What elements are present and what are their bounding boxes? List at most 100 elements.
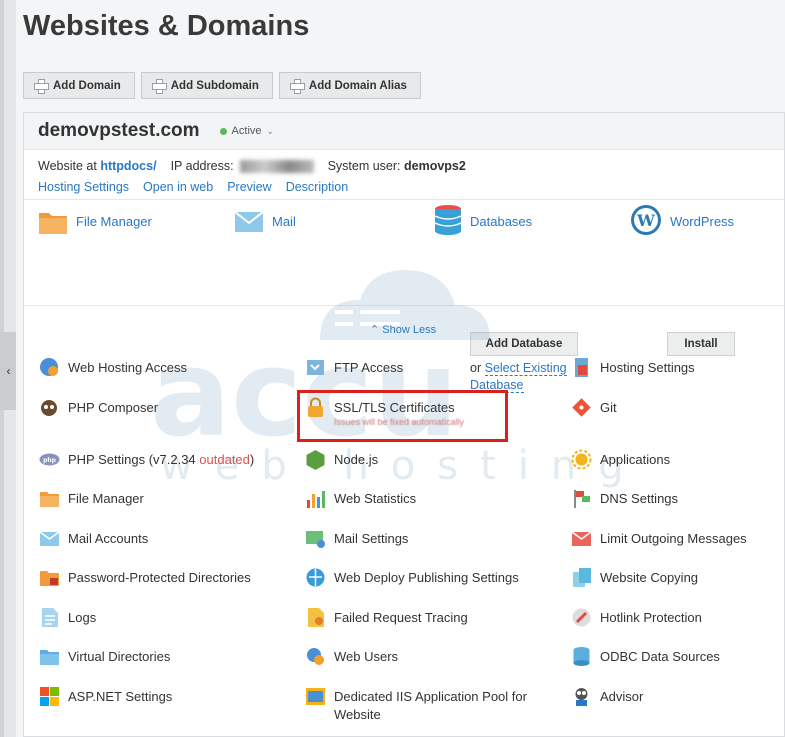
add-database-button[interactable]: Add Database xyxy=(470,332,578,356)
tool-dns[interactable]: DNS Settings xyxy=(571,488,785,509)
tool-label: Web Hosting Access xyxy=(68,360,187,375)
description-link[interactable]: Description xyxy=(286,180,349,199)
dns-icon xyxy=(574,490,590,508)
web-users-icon xyxy=(307,648,324,665)
iis-pool-icon xyxy=(306,688,325,705)
tool-label: ASP.NET Settings xyxy=(68,689,173,704)
tool-mail-accounts[interactable]: Mail Accounts xyxy=(39,528,279,549)
wordpress-install-button[interactable]: Install xyxy=(667,332,735,356)
tool-aspnet[interactable]: ASP.NET Settings xyxy=(39,686,279,707)
tool-hotlink[interactable]: Hotlink Protection xyxy=(571,607,785,628)
collapse-sidebar-button[interactable]: ‹ xyxy=(0,332,17,410)
quick-mail[interactable]: Mail xyxy=(234,208,296,236)
tool-limit-mail[interactable]: Limit Outgoing Messages xyxy=(571,528,785,549)
tool-virtual-dir[interactable]: Virtual Directories xyxy=(39,646,279,667)
tool-label: Virtual Directories xyxy=(68,649,171,664)
tool-web-users[interactable]: Web Users xyxy=(305,646,545,667)
quick-databases-label: Databases xyxy=(470,214,533,229)
tool-label: Hosting Settings xyxy=(600,360,695,375)
preview-link[interactable]: Preview xyxy=(227,180,271,199)
tool-label: File Manager xyxy=(68,491,144,506)
add-subdomain-button[interactable]: Add Subdomain xyxy=(140,72,273,99)
database-icon xyxy=(434,205,462,235)
chevron-down-icon: ⌄ xyxy=(266,125,275,136)
status-dropdown[interactable]: Active ⌄ xyxy=(219,125,275,137)
tool-advisor[interactable]: Advisor xyxy=(571,686,785,707)
php-icon: php xyxy=(39,453,60,466)
show-less-label: Show Less xyxy=(382,324,437,336)
odbc-icon xyxy=(573,647,590,666)
advisor-icon xyxy=(575,688,588,706)
tool-label: Website Copying xyxy=(600,570,699,585)
quick-access: File Manager Mail Databases Add Database… xyxy=(24,200,784,393)
website-path-link[interactable]: httpdocs/ xyxy=(100,159,156,173)
applications-icon xyxy=(571,449,592,470)
ftp-icon xyxy=(307,360,324,375)
php-close-paren: ) xyxy=(249,452,255,467)
tool-label: DNS Settings xyxy=(600,491,679,506)
tool-statistics[interactable]: Web Statistics xyxy=(305,488,545,509)
add-domain-button[interactable]: Add Domain xyxy=(23,72,135,99)
svg-text:W: W xyxy=(636,211,656,230)
tool-ftp[interactable]: FTP Access xyxy=(305,357,545,378)
tool-protected-folder[interactable]: Password-Protected Directories xyxy=(39,567,279,588)
tool-php[interactable]: php PHP Settings (v7.2.34 outdated) xyxy=(39,449,299,470)
tool-label: Git xyxy=(600,400,617,415)
status-dot-icon xyxy=(219,127,227,135)
add-domain-alias-button[interactable]: Add Domain Alias xyxy=(278,72,421,99)
hotlink-icon xyxy=(572,608,591,627)
tool-label: Dedicated IIS Application Pool for Websi… xyxy=(334,689,527,722)
tool-applications[interactable]: Applications xyxy=(571,449,785,470)
tool-composer[interactable]: PHP Composer xyxy=(39,397,279,418)
status-label: Active xyxy=(231,125,262,137)
hosting-settings-icon xyxy=(575,358,588,377)
tool-web-deploy[interactable]: Web Deploy Publishing Settings xyxy=(305,567,545,588)
tool-copy[interactable]: Website Copying xyxy=(571,567,785,588)
tool-odbc[interactable]: ODBC Data Sources xyxy=(571,646,785,667)
tool-iis-pool[interactable]: Dedicated IIS Application Pool for Websi… xyxy=(305,686,535,724)
tool-logs[interactable]: Logs xyxy=(39,607,279,628)
aspnet-icon xyxy=(40,687,59,706)
tool-label: Web Statistics xyxy=(334,491,417,506)
install-label: Install xyxy=(684,338,718,350)
plus-icon xyxy=(34,79,49,94)
quick-file-manager-label: File Manager xyxy=(76,214,152,229)
tool-label: Node.js xyxy=(334,452,379,467)
php-outdated-label: outdated xyxy=(199,452,250,467)
folder-icon xyxy=(39,213,67,234)
logs-icon xyxy=(42,608,58,627)
tool-tracing[interactable]: Failed Request Tracing xyxy=(305,607,545,628)
quick-file-manager[interactable]: File Manager xyxy=(38,208,152,236)
show-less-link[interactable]: ⌃ Show Less xyxy=(370,323,436,336)
add-alias-label: Add Domain Alias xyxy=(308,79,407,92)
tool-label: Mail Settings xyxy=(334,531,409,546)
copy-icon xyxy=(573,568,591,587)
tool-globe-user[interactable]: Web Hosting Access xyxy=(39,357,279,378)
composer-icon xyxy=(41,400,57,416)
domain-links: Hosting Settings Open in web Preview Des… xyxy=(24,174,784,200)
domain-header: demovpstest.com Active ⌄ xyxy=(24,113,784,150)
git-icon xyxy=(572,398,591,417)
system-user-value: demovps2 xyxy=(404,159,466,173)
tool-label: Limit Outgoing Messages xyxy=(600,531,747,546)
open-in-web-link[interactable]: Open in web xyxy=(143,180,213,199)
ip-label: IP address: xyxy=(170,159,234,173)
limit-mail-icon xyxy=(571,531,592,546)
tool-label: FTP Access xyxy=(334,360,404,375)
tool-folder[interactable]: File Manager xyxy=(39,488,279,509)
mail-accounts-icon xyxy=(39,531,60,546)
statistics-icon xyxy=(307,491,325,508)
website-at-label: Website at xyxy=(38,159,97,173)
add-database-label: Add Database xyxy=(485,338,563,350)
plus-icon xyxy=(289,79,305,94)
hosting-settings-link[interactable]: Hosting Settings xyxy=(38,180,129,199)
tool-nodejs[interactable]: Node.js xyxy=(305,449,545,470)
quick-wordpress-label: WordPress xyxy=(670,214,735,229)
tool-label: Mail Accounts xyxy=(68,531,149,546)
tool-mail-settings[interactable]: Mail Settings xyxy=(305,528,545,549)
tool-hosting-settings[interactable]: Hosting Settings xyxy=(571,357,785,378)
mail-settings-icon xyxy=(306,531,325,548)
quick-databases[interactable]: Databases xyxy=(434,204,532,236)
tool-git[interactable]: Git xyxy=(571,397,785,418)
quick-wordpress[interactable]: W WordPress xyxy=(630,204,734,236)
